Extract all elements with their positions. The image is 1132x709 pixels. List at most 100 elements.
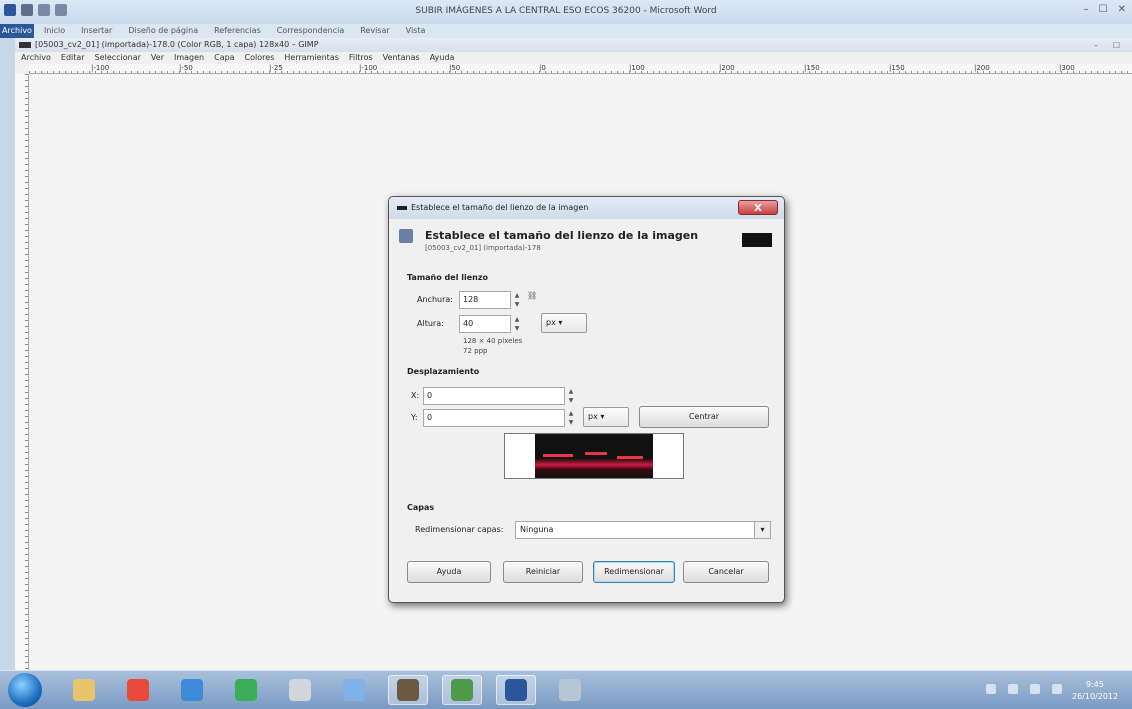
menu-seleccionar[interactable]: Seleccionar (95, 52, 141, 64)
resize-layers-value: Ninguna (520, 525, 554, 534)
offset-y-spinner[interactable]: ▲ ▼ (567, 409, 575, 427)
tray-icon[interactable] (986, 684, 996, 694)
clock-date: 26/10/2012 (1072, 692, 1119, 701)
offset-preview[interactable] (504, 433, 684, 479)
tab-revisar[interactable]: Revisar (360, 26, 389, 35)
ruler-label: |50 (449, 64, 461, 72)
canvas-size-section-label: Tamaño del lienzo (407, 273, 488, 282)
gimp-icon[interactable] (388, 675, 428, 705)
ruler-label: |-25 (269, 64, 283, 72)
offset-unit-select[interactable]: px ▾ (583, 407, 629, 427)
volume-icon[interactable] (1052, 684, 1062, 694)
network-icon[interactable] (1030, 684, 1040, 694)
ruler-label: |100 (629, 64, 645, 72)
height-label: Altura: (417, 319, 444, 328)
gimp-icon (397, 206, 407, 210)
ruler-label: |-50 (179, 64, 193, 72)
gimp-title-bar: [05003_cv2_01] (importada)-178.0 (Color … (15, 38, 1132, 52)
explorer-icon[interactable] (64, 675, 104, 705)
menu-imagen[interactable]: Imagen (174, 52, 204, 64)
ruler-label: |0 (539, 64, 546, 72)
picture-icon[interactable] (442, 675, 482, 705)
menu-colores[interactable]: Colores (245, 52, 275, 64)
gimp-icon (19, 42, 31, 48)
reset-button[interactable]: Reiniciar (503, 561, 583, 583)
cancel-button[interactable]: Cancelar (683, 561, 769, 583)
tab-insertar[interactable]: Insertar (81, 26, 112, 35)
width-input[interactable]: 128 (459, 291, 511, 309)
tab-diseno[interactable]: Diseño de página (128, 26, 198, 35)
dialog-header: Establece el tamaño del lienzo de la ima… (395, 227, 778, 257)
menu-capa[interactable]: Capa (214, 52, 234, 64)
height-input[interactable]: 40 (459, 315, 511, 333)
size-unit-select[interactable]: px ▾ (541, 313, 587, 333)
tab-referencias[interactable]: Referencias (214, 26, 261, 35)
maximize-icon[interactable]: ☐ (1099, 4, 1108, 15)
width-label: Anchura: (417, 295, 453, 304)
size-unit-value: px (546, 318, 556, 327)
itunes-icon[interactable] (334, 675, 374, 705)
menu-herramientas[interactable]: Herramientas (284, 52, 339, 64)
drive-icon[interactable] (226, 675, 266, 705)
start-button[interactable] (8, 673, 42, 707)
chevron-down-icon[interactable]: ▾ (754, 522, 770, 538)
dialog-header-subtitle: [05003_cv2_01] (importada)-178 (425, 244, 541, 252)
maximize-icon[interactable]: ☐ (1113, 39, 1120, 53)
ruler-label: |200 (719, 64, 735, 72)
offset-y-input[interactable]: 0 (423, 409, 565, 427)
size-pixels-info: 128 × 40 píxeles (463, 337, 523, 345)
offset-x-label: X: (411, 391, 420, 400)
center-button[interactable]: Centrar (639, 406, 769, 428)
menu-archivo[interactable]: Archivo (21, 52, 51, 64)
resize-layers-select[interactable]: Ninguna ▾ (515, 521, 771, 539)
menu-editar[interactable]: Editar (61, 52, 85, 64)
tab-inicio[interactable]: Inicio (44, 26, 65, 35)
system-tray (986, 684, 1062, 694)
close-button[interactable]: X (738, 200, 778, 215)
resize-button[interactable]: Redimensionar (593, 561, 675, 583)
word-ribbon: Archivo Inicio Insertar Diseño de página… (0, 24, 1132, 38)
minimize-icon[interactable]: – (1084, 4, 1089, 15)
dialog-title: Establece el tamaño del lienzo de la ima… (411, 203, 589, 212)
tray-icon[interactable] (1008, 684, 1018, 694)
calculator-icon[interactable] (280, 675, 320, 705)
word-window-title: SUBIR IMÁGENES A LA CENTRAL ESO ECOS 362… (415, 6, 717, 16)
word-icon[interactable] (496, 675, 536, 705)
help-button[interactable]: Ayuda (407, 561, 491, 583)
dialog-header-title: Establece el tamaño del lienzo de la ima… (425, 229, 699, 242)
menu-filtros[interactable]: Filtros (349, 52, 373, 64)
layers-section-label: Capas (407, 503, 435, 512)
ribbon-tabs: Inicio Insertar Diseño de página Referen… (44, 26, 425, 35)
preview-highlight (543, 454, 573, 457)
offset-y-label: Y: (411, 413, 418, 422)
paint-icon[interactable] (550, 675, 590, 705)
ruler-label: |200 (974, 64, 990, 72)
gimp-menubar: Archivo Editar Seleccionar Ver Imagen Ca… (15, 52, 1132, 64)
minimize-icon[interactable]: – (1094, 39, 1098, 53)
vertical-ruler[interactable] (15, 74, 29, 670)
dialog-title-bar: Establece el tamaño del lienzo de la ima… (389, 197, 784, 219)
ruler-label: |300 (1059, 64, 1075, 72)
word-title-bar: SUBIR IMÁGENES A LA CENTRAL ESO ECOS 362… (0, 0, 1132, 24)
chain-link-icon[interactable]: ⛓ (527, 291, 537, 300)
preview-highlight (585, 452, 607, 455)
ie-icon[interactable] (172, 675, 212, 705)
canvas-size-dialog: Establece el tamaño del lienzo de la ima… (388, 196, 785, 603)
offset-unit-value: px (588, 412, 598, 421)
offset-x-spinner[interactable]: ▲ ▼ (567, 387, 575, 405)
height-spinner[interactable]: ▲ ▼ (513, 315, 521, 333)
width-spinner[interactable]: ▲ ▼ (513, 291, 521, 309)
clock-time: 9:45 (1086, 680, 1104, 689)
menu-ayuda[interactable]: Ayuda (430, 52, 455, 64)
tab-file[interactable]: Archivo (0, 24, 34, 38)
ruler-labels: |-100 |-50 |-25 |-100 |50 |0 |100 |200 |… (29, 64, 1132, 74)
menu-ventanas[interactable]: Ventanas (383, 52, 420, 64)
tab-vista[interactable]: Vista (406, 26, 426, 35)
chrome-icon[interactable] (118, 675, 158, 705)
offset-x-input[interactable]: 0 (423, 387, 565, 405)
menu-ver[interactable]: Ver (151, 52, 164, 64)
close-icon[interactable]: ✕ (1118, 4, 1126, 15)
image-thumbnail (742, 233, 772, 247)
tab-correspondencia[interactable]: Correspondencia (277, 26, 344, 35)
clock[interactable]: 9:45 26/10/2012 (1072, 679, 1118, 703)
